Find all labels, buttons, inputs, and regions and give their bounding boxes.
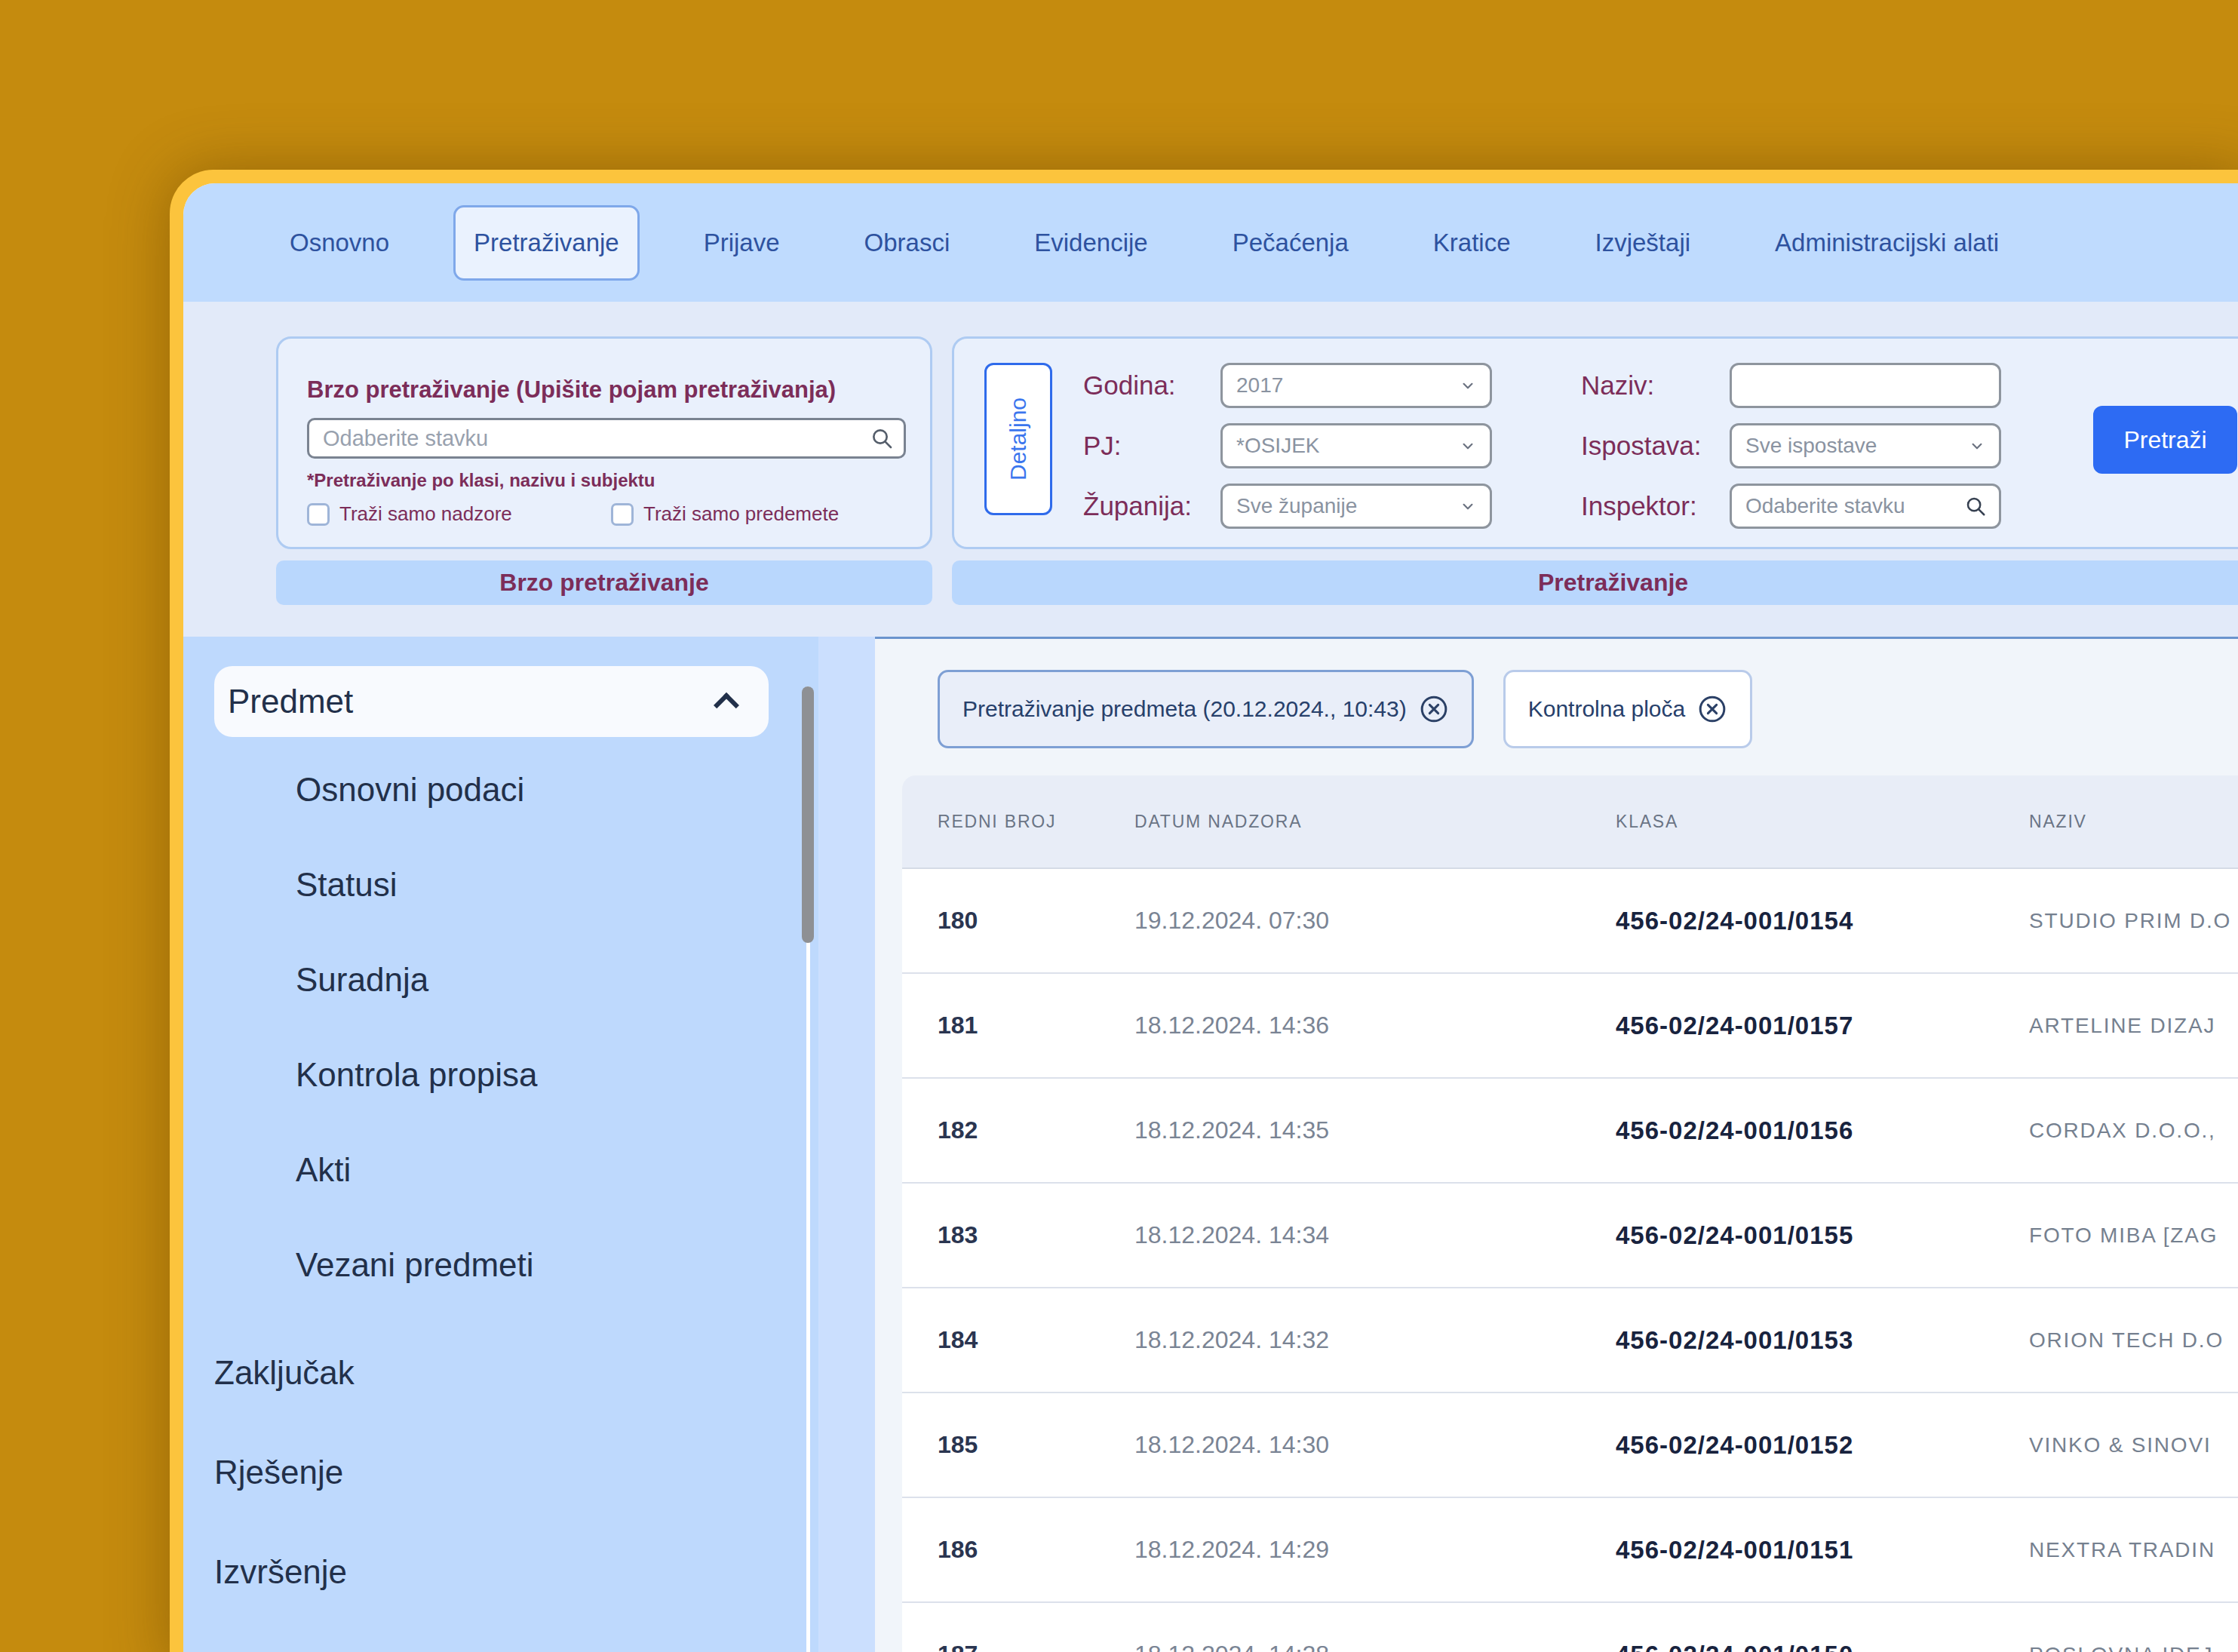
detaljno-button[interactable]: Detaljno <box>984 363 1052 515</box>
search-section: Brzo pretraživanje (Upišite pojam pretra… <box>183 302 2238 637</box>
chevron-down-icon <box>1458 376 1478 395</box>
sidebar-scrollbar-thumb[interactable] <box>802 686 814 943</box>
table-row[interactable]: 181 18.12.2024. 14:36 456-02/24-001/0157… <box>902 974 2238 1079</box>
field-label: Inspektor: <box>1581 484 1697 529</box>
nav-tab[interactable]: Obrasci <box>864 229 950 257</box>
quick-search-title: Brzo pretraživanje (Upišite pojam pretra… <box>307 376 836 404</box>
quick-search-note: *Pretraživanje po klasi, nazivu i subjek… <box>307 470 655 491</box>
quick-search-inputwrap <box>307 418 906 459</box>
checkbox-label: Traži samo nadzore <box>339 502 512 526</box>
nav-tab[interactable]: Pretraživanje <box>453 205 640 281</box>
detailed-search-tab[interactable]: Pretraživanje <box>952 560 2238 605</box>
workspace: Pretraživanje predmeta (20.12.2024., 10:… <box>875 637 2238 1652</box>
table-header: REDNI BROJ DATUM NADZORA KLASA NAZIV <box>902 775 2238 869</box>
field-label: PJ: <box>1083 423 1122 468</box>
table-row[interactable]: 185 18.12.2024. 14:30 456-02/24-001/0152… <box>902 1393 2238 1498</box>
nav-tab[interactable]: Kratice <box>1433 229 1511 257</box>
sidebar-children: Osnovni podaci Statusi Suradnja Kontrola… <box>296 742 537 1313</box>
quick-search-tab[interactable]: Brzo pretraživanje <box>276 560 932 605</box>
quick-search-checkboxes: Traži samo nadzore Traži samo predemete <box>307 502 923 527</box>
select-field[interactable]: 2017 <box>1220 363 1492 408</box>
select-field[interactable]: Sve županije <box>1220 484 1492 529</box>
checkbox-label: Traži samo predemete <box>643 502 839 526</box>
quick-search-input[interactable] <box>307 418 906 459</box>
nav-tab[interactable]: Administracijski alati <box>1775 229 1999 257</box>
checkbox[interactable] <box>611 503 634 526</box>
workspace-tabs: Pretraživanje predmeta (20.12.2024., 10:… <box>938 670 1752 748</box>
sidebar-subitem[interactable]: Osnovni podaci <box>296 742 537 837</box>
nav-tab[interactable]: Pečaćenja <box>1233 229 1349 257</box>
close-icon[interactable] <box>1697 694 1727 724</box>
sidebar-subitem[interactable]: Akti <box>296 1122 537 1218</box>
table-row[interactable]: 180 19.12.2024. 07:30 456-02/24-001/0154… <box>902 869 2238 974</box>
table-row[interactable]: 183 18.12.2024. 14:34 456-02/24-001/0155… <box>902 1184 2238 1288</box>
nav-tab[interactable]: Osnovno <box>290 229 389 257</box>
table-row[interactable]: 182 18.12.2024. 14:35 456-02/24-001/0156… <box>902 1079 2238 1184</box>
workspace-tab[interactable]: Kontrolna ploča <box>1503 670 1752 748</box>
field-label: Naziv: <box>1581 363 1654 408</box>
select-field[interactable]: Sve ispostave <box>1730 423 2001 468</box>
field-label: Ispostava: <box>1581 423 1702 468</box>
col-header-datum-nadzora: DATUM NADZORA <box>1134 812 1616 832</box>
chevron-down-icon <box>1967 436 1987 456</box>
sidebar-item[interactable]: Izvršenje <box>214 1522 355 1622</box>
chevron-down-icon <box>1458 496 1478 516</box>
sidebar-gutter <box>818 637 875 1652</box>
quick-search-panel: Brzo pretraživanje (Upišite pojam pretra… <box>276 336 932 549</box>
results-table: REDNI BROJ DATUM NADZORA KLASA NAZIV 180… <box>902 775 2238 1652</box>
field-label: Godina: <box>1083 363 1176 408</box>
table-row[interactable]: 187 18.12.2024. 14:28 456-02/24-001/0150… <box>902 1603 2238 1652</box>
table-row[interactable]: 184 18.12.2024. 14:32 456-02/24-001/0153… <box>902 1288 2238 1393</box>
app-window: Osnovno Pretraživanje Prijave Obrasci Ev… <box>170 170 2238 1652</box>
detailed-search-panel: Detaljno Pretraži Godina: 2017 PJ: *OSIJEK Ž… <box>952 336 2238 549</box>
sidebar-item-predmet[interactable]: Predmet <box>214 666 769 737</box>
checkbox[interactable] <box>307 503 330 526</box>
close-icon[interactable] <box>1419 694 1449 724</box>
col-header-redni-broj: REDNI BROJ <box>902 812 1134 832</box>
content-row: Predmet Osnovni podaci Statusi Suradnja … <box>183 637 2238 1652</box>
chevron-up-icon <box>714 692 739 718</box>
sidebar-subitem[interactable]: Vezani predmeti <box>296 1218 537 1313</box>
col-header-naziv: NAZIV <box>2029 812 2238 832</box>
field-label: Županija: <box>1083 484 1192 529</box>
main-nav: Osnovno Pretraživanje Prijave Obrasci Ev… <box>183 183 2238 302</box>
app-surface: Osnovno Pretraživanje Prijave Obrasci Ev… <box>183 183 2238 1652</box>
sidebar-subitem[interactable]: Kontrola propisa <box>296 1027 537 1122</box>
search-icon <box>870 426 894 450</box>
sidebar: Predmet Osnovni podaci Statusi Suradnja … <box>183 637 875 1652</box>
sidebar-sections: Zaključak Rješenje Izvršenje <box>214 1323 355 1622</box>
nav-tab[interactable]: Prijave <box>704 229 780 257</box>
search-field[interactable]: Odaberite stavku <box>1730 484 2001 529</box>
text-field[interactable] <box>1730 363 2001 408</box>
nav-tab[interactable]: Evidencije <box>1034 229 1147 257</box>
table-row[interactable]: 186 18.12.2024. 14:29 456-02/24-001/0151… <box>902 1498 2238 1603</box>
sidebar-item[interactable]: Zaključak <box>214 1323 355 1423</box>
sidebar-subitem[interactable]: Suradnja <box>296 932 537 1027</box>
desktop-background: Osnovno Pretraživanje Prijave Obrasci Ev… <box>0 0 2238 1652</box>
checkbox-row: Traži samo nadzore <box>307 502 512 526</box>
col-header-klasa: KLASA <box>1616 812 2029 832</box>
table-body: 180 19.12.2024. 07:30 456-02/24-001/0154… <box>902 869 2238 1652</box>
chevron-down-icon <box>1458 436 1478 456</box>
sidebar-subitem[interactable]: Statusi <box>296 837 537 932</box>
workspace-tab[interactable]: Pretraživanje predmeta (20.12.2024., 10:… <box>938 670 1474 748</box>
sidebar-item[interactable]: Rješenje <box>214 1423 355 1522</box>
checkbox-row: Traži samo predemete <box>611 502 839 526</box>
search-submit-button[interactable]: Pretraži <box>2093 406 2237 474</box>
nav-tab[interactable]: Izvještaji <box>1595 229 1691 257</box>
search-icon <box>1964 495 1987 517</box>
select-field[interactable]: *OSIJEK <box>1220 423 1492 468</box>
